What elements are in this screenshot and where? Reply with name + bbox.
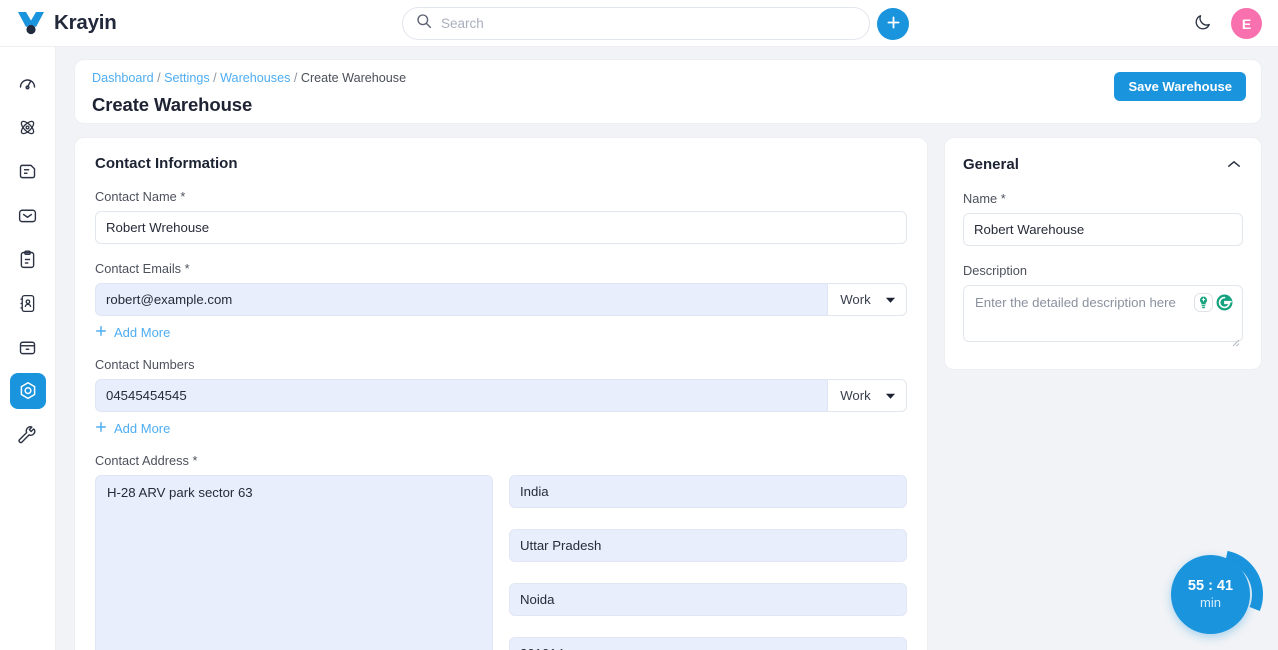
- add-more-number-button[interactable]: Add More: [95, 421, 170, 436]
- contact-numbers-label: Contact Numbers: [95, 357, 195, 372]
- chevron-up-icon: [1227, 157, 1241, 172]
- page-title: Create Warehouse: [92, 94, 253, 115]
- contact-email-input[interactable]: [95, 283, 829, 316]
- general-name-label: Name *: [963, 191, 1006, 206]
- plus-icon: [95, 421, 107, 436]
- contact-information-card: Contact Information Contact Name * Conta…: [74, 137, 928, 650]
- breadcrumb-item-warehouses[interactable]: Warehouses: [220, 71, 290, 85]
- sidebar-item-products[interactable]: [10, 329, 46, 365]
- contact-address-grid: H-28 ARV park sector 63: [95, 475, 907, 650]
- contact-information-title: Contact Information: [95, 155, 238, 172]
- breadcrumb-separator: /: [153, 71, 165, 85]
- user-avatar[interactable]: E: [1231, 8, 1262, 39]
- sidebar-item-contacts[interactable]: [10, 285, 46, 321]
- contact-number-input[interactable]: [95, 379, 829, 412]
- general-card: General Name * Description: [944, 137, 1262, 370]
- plus-icon: [885, 14, 902, 34]
- brand-name: Krayin: [54, 11, 117, 34]
- address-country-input[interactable]: [509, 475, 907, 508]
- search-input[interactable]: [441, 16, 841, 31]
- general-name-input[interactable]: [963, 213, 1243, 246]
- address-street-column: H-28 ARV park sector 63: [95, 475, 493, 650]
- session-timer-time: 55 : 41: [1187, 578, 1234, 594]
- lightbulb-icon[interactable]: [1194, 293, 1213, 317]
- contact-name-input[interactable]: [95, 211, 907, 244]
- address-street-textarea[interactable]: H-28 ARV park sector 63: [95, 475, 493, 650]
- sidebar-item-leads[interactable]: [10, 109, 46, 145]
- add-more-email-label: Add More: [114, 325, 171, 340]
- general-card-title: General: [963, 156, 1019, 173]
- krayin-logo-icon: [17, 11, 45, 35]
- breadcrumb-separator: /: [209, 71, 221, 85]
- sidebar-item-settings[interactable]: [9, 373, 46, 409]
- breadcrumb-item-dashboard[interactable]: Dashboard: [92, 71, 154, 85]
- left-sidebar: [0, 47, 56, 650]
- contact-number-type-select[interactable]: Work: [828, 379, 907, 412]
- grammarly-g-icon[interactable]: [1215, 293, 1234, 317]
- contact-email-row: Work: [95, 283, 907, 316]
- contact-number-type-value: Work: [840, 388, 871, 403]
- textarea-resize-handle[interactable]: [1230, 334, 1240, 347]
- brand-logo-link[interactable]: Krayin: [17, 11, 217, 35]
- page-header-card: Dashboard / Settings / Warehouses / Crea…: [74, 59, 1262, 124]
- contact-emails-label: Contact Emails *: [95, 261, 190, 276]
- general-card-header: General: [963, 155, 1243, 174]
- sidebar-item-configuration[interactable]: [10, 417, 46, 453]
- address-postcode-input[interactable]: [509, 637, 907, 650]
- global-search: [402, 7, 870, 40]
- general-card-collapse-button[interactable]: [1225, 155, 1243, 174]
- contact-email-type-select[interactable]: Work: [828, 283, 907, 316]
- save-warehouse-button[interactable]: Save Warehouse: [1114, 72, 1246, 101]
- address-city-input[interactable]: [509, 583, 907, 616]
- sidebar-item-activities[interactable]: [10, 241, 46, 277]
- contact-email-type-value: Work: [840, 292, 871, 307]
- chevron-down-icon: [885, 388, 896, 403]
- main-content: Dashboard / Settings / Warehouses / Crea…: [56, 47, 1278, 650]
- sidebar-item-quotes[interactable]: [10, 153, 46, 189]
- grammarly-badges[interactable]: [1194, 293, 1234, 317]
- breadcrumb-item-settings[interactable]: Settings: [164, 71, 210, 85]
- breadcrumb-current: Create Warehouse: [300, 71, 407, 85]
- general-description-label: Description: [963, 263, 1028, 278]
- sidebar-item-mail[interactable]: [10, 197, 46, 233]
- contact-address-label: Contact Address *: [95, 453, 198, 468]
- chevron-down-icon: [885, 292, 896, 307]
- address-region-column: [509, 475, 907, 650]
- quick-add-button[interactable]: [877, 8, 909, 40]
- search-box[interactable]: [402, 7, 870, 40]
- moon-icon: [1193, 13, 1212, 35]
- general-description-wrap: [963, 285, 1243, 347]
- breadcrumb-separator: /: [290, 71, 301, 85]
- add-more-number-label: Add More: [114, 421, 171, 436]
- add-more-email-button[interactable]: Add More: [95, 325, 170, 340]
- theme-toggle-button[interactable]: [1187, 9, 1217, 39]
- sidebar-item-dashboard[interactable]: [10, 65, 46, 101]
- top-header-bar: Krayin E: [0, 0, 1278, 47]
- address-state-input[interactable]: [509, 529, 907, 562]
- search-icon: [416, 13, 432, 34]
- session-timer-unit: min: [1200, 595, 1221, 610]
- header-actions: E: [1187, 8, 1262, 39]
- contact-number-row: Work: [95, 379, 907, 412]
- session-timer-widget[interactable]: 55 : 41 min: [1171, 547, 1266, 642]
- plus-icon: [95, 325, 107, 340]
- breadcrumb: Dashboard / Settings / Warehouses / Crea…: [92, 70, 1245, 86]
- form-columns: Contact Information Contact Name * Conta…: [74, 137, 1262, 650]
- contact-name-label: Contact Name *: [95, 189, 186, 204]
- session-timer-face[interactable]: 55 : 41 min: [1171, 555, 1250, 634]
